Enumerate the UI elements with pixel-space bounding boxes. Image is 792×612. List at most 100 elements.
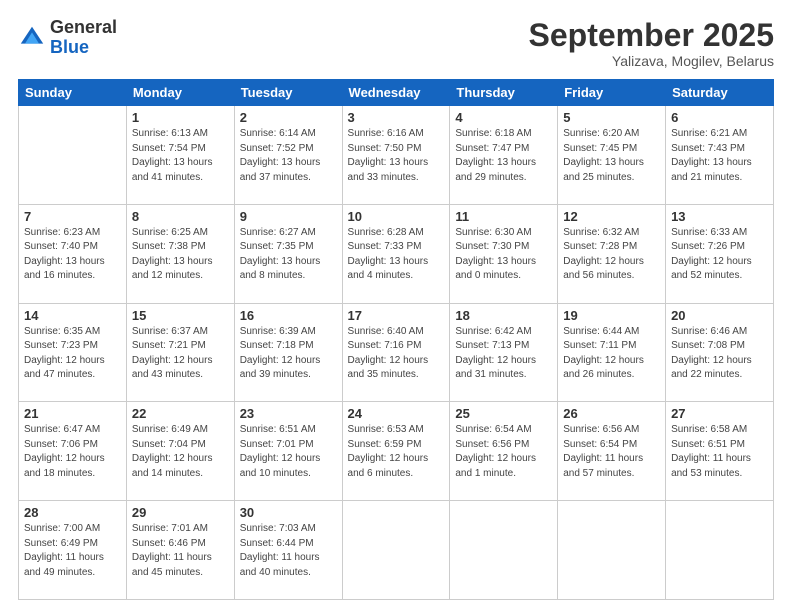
day-number: 12 <box>563 209 660 224</box>
day-number: 24 <box>348 406 445 421</box>
day-info: Sunrise: 6:18 AM Sunset: 7:47 PM Dayligh… <box>455 127 552 185</box>
day-number: 1 <box>132 110 229 125</box>
day-number: 28 <box>24 505 121 520</box>
table-cell: 20Sunrise: 6:46 AM Sunset: 7:08 PM Dayli… <box>666 303 774 402</box>
day-info: Sunrise: 6:40 AM Sunset: 7:16 PM Dayligh… <box>348 325 445 383</box>
header-monday: Monday <box>126 80 234 106</box>
day-number: 4 <box>455 110 552 125</box>
table-cell: 21 Sunrise: 6:47 AM Sunset: 7:06 PM Dayli… <box>19 402 127 501</box>
table-cell: 7 Sunrise: 6:23 AM Sunset: 7:40 PM Daylig… <box>19 204 127 303</box>
day-info: Sunrise: 7:03 AM Sunset: 6:44 PM Dayligh… <box>240 522 337 580</box>
day-info: Sunrise: 6:54 AM Sunset: 6:56 PM Dayligh… <box>455 423 552 481</box>
day-info: Sunrise: 6:46 AM Sunset: 7:08 PM Dayligh… <box>671 325 768 383</box>
day-number: 30 <box>240 505 337 520</box>
day-info: Sunrise: 6:51 AM Sunset: 7:01 PM Dayligh… <box>240 423 337 481</box>
table-cell: 17 Sunrise: 6:40 AM Sunset: 7:16 PM Dayli… <box>342 303 450 402</box>
page: General Blue September 2025 Yalizava, Mo… <box>0 0 792 612</box>
table-cell: 5 Sunrise: 6:20 AM Sunset: 7:45 PM Daylig… <box>558 106 666 205</box>
day-info: Sunrise: 6:49 AM Sunset: 7:04 PM Dayligh… <box>132 423 229 481</box>
header-tuesday: Tuesday <box>234 80 342 106</box>
day-info: Sunrise: 6:39 AM Sunset: 7:18 PM Dayligh… <box>240 325 337 383</box>
table-cell: 10 Sunrise: 6:28 AM Sunset: 7:33 PM Dayli… <box>342 204 450 303</box>
table-cell <box>666 501 774 600</box>
table-cell: 24 Sunrise: 6:53 AM Sunset: 6:59 PM Dayli… <box>342 402 450 501</box>
day-info: Sunrise: 6:25 AM Sunset: 7:38 PM Dayligh… <box>132 226 229 284</box>
calendar-table: Sunday Monday Tuesday Wednesday Thursday… <box>18 79 774 600</box>
day-number: 15 <box>132 308 229 323</box>
table-cell: 27 Sunrise: 6:58 AM Sunset: 6:51 PM Dayli… <box>666 402 774 501</box>
day-info: Sunrise: 6:53 AM Sunset: 6:59 PM Dayligh… <box>348 423 445 481</box>
day-number: 22 <box>132 406 229 421</box>
header-friday: Friday <box>558 80 666 106</box>
day-info: Sunrise: 6:21 AM Sunset: 7:43 PM Dayligh… <box>671 127 768 185</box>
day-number: 7 <box>24 209 121 224</box>
day-info: Sunrise: 6:30 AM Sunset: 7:30 PM Dayligh… <box>455 226 552 284</box>
day-number: 2 <box>240 110 337 125</box>
day-number: 19 <box>563 308 660 323</box>
table-cell: 13 Sunrise: 6:33 AM Sunset: 7:26 PM Dayli… <box>666 204 774 303</box>
table-cell: 9Sunrise: 6:27 AM Sunset: 7:35 PM Daylig… <box>234 204 342 303</box>
table-cell: 2 Sunrise: 6:14 AM Sunset: 7:52 PM Daylig… <box>234 106 342 205</box>
calendar-header-row: Sunday Monday Tuesday Wednesday Thursday… <box>19 80 774 106</box>
table-cell: 12 Sunrise: 6:32 AM Sunset: 7:28 PM Dayli… <box>558 204 666 303</box>
table-cell: 19Sunrise: 6:44 AM Sunset: 7:11 PM Dayli… <box>558 303 666 402</box>
day-info: Sunrise: 6:16 AM Sunset: 7:50 PM Dayligh… <box>348 127 445 185</box>
title-block: September 2025 Yalizava, Mogilev, Belaru… <box>529 18 774 69</box>
day-number: 10 <box>348 209 445 224</box>
week-row-4: 28 Sunrise: 7:00 AM Sunset: 6:49 PM Dayli… <box>19 501 774 600</box>
day-number: 29 <box>132 505 229 520</box>
table-cell <box>450 501 558 600</box>
table-cell: 15 Sunrise: 6:37 AM Sunset: 7:21 PM Dayli… <box>126 303 234 402</box>
logo-icon <box>18 24 46 52</box>
table-cell: 22 Sunrise: 6:49 AM Sunset: 7:04 PM Dayli… <box>126 402 234 501</box>
table-cell: 3Sunrise: 6:16 AM Sunset: 7:50 PM Daylig… <box>342 106 450 205</box>
header: General Blue September 2025 Yalizava, Mo… <box>18 18 774 69</box>
day-info: Sunrise: 6:13 AM Sunset: 7:54 PM Dayligh… <box>132 127 229 185</box>
table-cell: 16 Sunrise: 6:39 AM Sunset: 7:18 PM Dayli… <box>234 303 342 402</box>
day-number: 17 <box>348 308 445 323</box>
day-number: 21 <box>24 406 121 421</box>
day-info: Sunrise: 6:23 AM Sunset: 7:40 PM Dayligh… <box>24 226 121 284</box>
header-wednesday: Wednesday <box>342 80 450 106</box>
table-cell: 4 Sunrise: 6:18 AM Sunset: 7:47 PM Daylig… <box>450 106 558 205</box>
header-saturday: Saturday <box>666 80 774 106</box>
day-number: 25 <box>455 406 552 421</box>
day-info: Sunrise: 7:01 AM Sunset: 6:46 PM Dayligh… <box>132 522 229 580</box>
day-number: 18 <box>455 308 552 323</box>
day-number: 13 <box>671 209 768 224</box>
table-cell: 28 Sunrise: 7:00 AM Sunset: 6:49 PM Dayli… <box>19 501 127 600</box>
week-row-0: 1 Sunrise: 6:13 AM Sunset: 7:54 PM Daylig… <box>19 106 774 205</box>
day-info: Sunrise: 6:20 AM Sunset: 7:45 PM Dayligh… <box>563 127 660 185</box>
table-cell: 23Sunrise: 6:51 AM Sunset: 7:01 PM Dayli… <box>234 402 342 501</box>
day-info: Sunrise: 6:58 AM Sunset: 6:51 PM Dayligh… <box>671 423 768 481</box>
day-info: Sunrise: 6:47 AM Sunset: 7:06 PM Dayligh… <box>24 423 121 481</box>
table-cell: 6Sunrise: 6:21 AM Sunset: 7:43 PM Daylig… <box>666 106 774 205</box>
table-cell: 14Sunrise: 6:35 AM Sunset: 7:23 PM Dayli… <box>19 303 127 402</box>
week-row-1: 7 Sunrise: 6:23 AM Sunset: 7:40 PM Daylig… <box>19 204 774 303</box>
table-cell: 30 Sunrise: 7:03 AM Sunset: 6:44 PM Dayli… <box>234 501 342 600</box>
day-info: Sunrise: 6:28 AM Sunset: 7:33 PM Dayligh… <box>348 226 445 284</box>
day-info: Sunrise: 6:35 AM Sunset: 7:23 PM Dayligh… <box>24 325 121 383</box>
day-info: Sunrise: 6:32 AM Sunset: 7:28 PM Dayligh… <box>563 226 660 284</box>
location: Yalizava, Mogilev, Belarus <box>529 53 774 69</box>
day-number: 26 <box>563 406 660 421</box>
table-cell: 29 Sunrise: 7:01 AM Sunset: 6:46 PM Dayli… <box>126 501 234 600</box>
day-info: Sunrise: 6:33 AM Sunset: 7:26 PM Dayligh… <box>671 226 768 284</box>
day-number: 5 <box>563 110 660 125</box>
header-thursday: Thursday <box>450 80 558 106</box>
day-number: 16 <box>240 308 337 323</box>
table-cell <box>558 501 666 600</box>
day-number: 27 <box>671 406 768 421</box>
day-info: Sunrise: 6:14 AM Sunset: 7:52 PM Dayligh… <box>240 127 337 185</box>
day-info: Sunrise: 6:37 AM Sunset: 7:21 PM Dayligh… <box>132 325 229 383</box>
day-info: Sunrise: 6:56 AM Sunset: 6:54 PM Dayligh… <box>563 423 660 481</box>
week-row-3: 21 Sunrise: 6:47 AM Sunset: 7:06 PM Dayli… <box>19 402 774 501</box>
table-cell: 25 Sunrise: 6:54 AM Sunset: 6:56 PM Dayli… <box>450 402 558 501</box>
table-cell <box>19 106 127 205</box>
table-cell: 11Sunrise: 6:30 AM Sunset: 7:30 PM Dayli… <box>450 204 558 303</box>
day-info: Sunrise: 6:42 AM Sunset: 7:13 PM Dayligh… <box>455 325 552 383</box>
header-sunday: Sunday <box>19 80 127 106</box>
table-cell: 1 Sunrise: 6:13 AM Sunset: 7:54 PM Daylig… <box>126 106 234 205</box>
day-info: Sunrise: 7:00 AM Sunset: 6:49 PM Dayligh… <box>24 522 121 580</box>
table-cell: 8Sunrise: 6:25 AM Sunset: 7:38 PM Daylig… <box>126 204 234 303</box>
